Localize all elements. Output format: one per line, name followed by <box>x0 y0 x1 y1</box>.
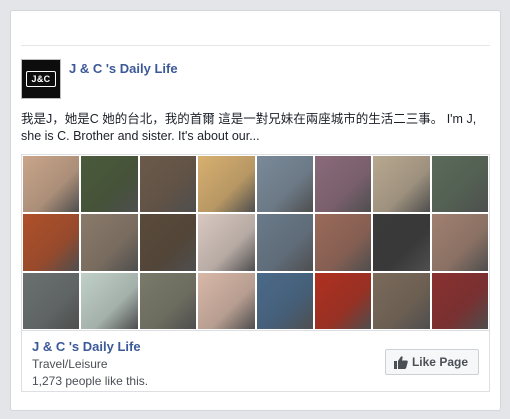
page-name-link[interactable]: J & C 's Daily Life <box>69 61 178 76</box>
collage-photo[interactable] <box>22 155 81 214</box>
photo-collage[interactable] <box>21 154 490 330</box>
footer-page-name-link[interactable]: J & C 's Daily Life <box>32 339 141 354</box>
collage-photo[interactable] <box>80 155 139 214</box>
avatar-logo-text: J&C <box>26 71 56 87</box>
like-count: 1,273 people like this. <box>32 374 149 388</box>
collage-photo[interactable] <box>138 271 198 330</box>
collage-photo[interactable] <box>313 213 373 272</box>
page-category: Travel/Leisure <box>32 357 108 371</box>
collage-photo[interactable] <box>80 271 139 330</box>
collage-photo[interactable] <box>138 213 198 272</box>
collage-photo[interactable] <box>255 213 314 272</box>
page-description: 我是J，她是C 她的台北，我的首爾 這是一對兄妹在兩座城市的生活二三事。 I'm… <box>21 112 477 143</box>
collage-photo[interactable] <box>197 213 256 272</box>
like-page-button[interactable]: Like Page <box>384 349 479 375</box>
collage-photo[interactable] <box>22 213 81 272</box>
divider <box>21 45 490 46</box>
collage-photo[interactable] <box>197 271 256 330</box>
page-plugin-card: J&C J & C 's Daily Life 我是J，她是C 她的台北，我的首… <box>10 10 501 411</box>
collage-photo[interactable] <box>80 213 139 272</box>
collage-photo[interactable] <box>372 271 431 330</box>
page-avatar[interactable]: J&C <box>21 59 61 99</box>
collage-photo[interactable] <box>313 155 373 214</box>
collage-photo[interactable] <box>372 213 431 272</box>
collage-photo[interactable] <box>22 271 81 330</box>
collage-photo[interactable] <box>197 155 256 214</box>
collage-photo[interactable] <box>430 155 489 214</box>
collage-photo[interactable] <box>255 155 314 214</box>
page-info-bar: J & C 's Daily Life Travel/Leisure 1,273… <box>21 330 490 392</box>
collage-photo[interactable] <box>430 271 489 330</box>
like-page-label: Like Page <box>411 355 468 369</box>
collage-photo[interactable] <box>430 213 489 272</box>
collage-photo[interactable] <box>372 155 431 214</box>
thumbs-up-icon <box>393 355 408 369</box>
collage-photo[interactable] <box>138 155 198 214</box>
collage-photo[interactable] <box>313 271 373 330</box>
collage-photo[interactable] <box>255 271 314 330</box>
